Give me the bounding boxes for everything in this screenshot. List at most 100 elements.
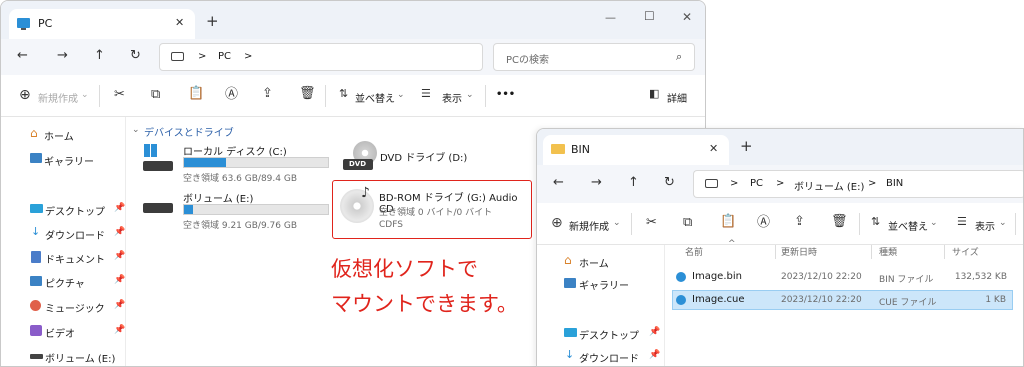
up-arrow-icon[interactable]: ↑	[628, 176, 639, 189]
search-box[interactable]: PCの検索 ⌕	[493, 43, 695, 71]
document-icon	[31, 251, 41, 263]
pin-icon[interactable]: 📌	[114, 227, 125, 237]
sort-icon: ⇅	[871, 215, 881, 228]
tab-pc[interactable]: PC ✕	[9, 9, 195, 39]
breadcrumb-volume[interactable]: ボリューム (E:)	[794, 178, 864, 193]
chevron-down-icon: ⌄	[930, 218, 938, 228]
copy-icon[interactable]: ⧉	[683, 216, 692, 229]
usage-bar-fill	[184, 158, 226, 167]
share-icon[interactable]: ⇪	[794, 215, 805, 228]
cut-icon[interactable]: ✂	[646, 216, 657, 229]
back-arrow-icon[interactable]: ←	[17, 49, 28, 62]
table-row[interactable]: Image.bin 2023/12/10 22:20 BIN ファイル 132,…	[672, 268, 1013, 287]
pin-icon[interactable]: 📌	[114, 325, 125, 335]
sidebar-item-documents[interactable]: ドキュメント	[45, 251, 105, 266]
column-header-type[interactable]: 種類	[879, 245, 897, 258]
refresh-icon[interactable]: ↻	[130, 49, 141, 62]
pin-icon[interactable]: 📌	[114, 275, 125, 285]
divider	[775, 245, 776, 259]
new-tab-button[interactable]: +	[740, 139, 753, 154]
rename-icon[interactable]: Ⓐ	[225, 88, 238, 101]
pin-icon[interactable]: 📌	[114, 300, 125, 310]
paste-icon[interactable]: 📋	[188, 87, 204, 100]
share-icon[interactable]: ⇪	[262, 87, 273, 100]
sidebar-item-pictures[interactable]: ピクチャ	[45, 275, 85, 290]
breadcrumb-bin[interactable]: BIN	[886, 178, 903, 189]
sidebar-item-videos[interactable]: ビデオ	[45, 325, 75, 340]
music-note-icon: ♪	[361, 185, 370, 201]
file-date: 2023/12/10 22:20	[781, 272, 862, 282]
drive-item-d[interactable]: DVD DVD ドライブ (D:)	[339, 141, 529, 181]
details-button[interactable]: 詳細	[667, 90, 687, 105]
breadcrumb-pc[interactable]: PC	[750, 178, 763, 189]
sort-button[interactable]: 並べ替え	[888, 218, 928, 233]
chevron-down-icon[interactable]: ⌄	[132, 125, 140, 135]
search-placeholder: PCの検索	[506, 55, 550, 66]
column-header-size[interactable]: サイズ	[952, 245, 979, 258]
folder-icon	[551, 144, 565, 154]
drive-item-g[interactable]: ♪ BD-ROM ドライブ (G:) Audio CD 空き領域 0 バイト/0…	[332, 180, 532, 239]
sidebar-item-gallery[interactable]: ギャラリー	[579, 277, 629, 292]
column-header-date[interactable]: 更新日時	[781, 245, 817, 258]
drive-space: 空き領域 63.6 GB/89.4 GB	[183, 174, 297, 184]
up-arrow-icon[interactable]: ↑	[94, 49, 105, 62]
sidebar-item-volume[interactable]: ボリューム (E:)	[45, 350, 115, 365]
rename-icon[interactable]: Ⓐ	[757, 216, 770, 229]
drive-item-c[interactable]: ローカル ディスク (C:) 空き領域 63.6 GB/89.4 GB	[139, 141, 334, 184]
new-tab-button[interactable]: +	[206, 14, 219, 29]
address-bar[interactable]: > PC >	[159, 43, 483, 71]
new-plus-icon: ⊕	[19, 87, 31, 103]
copy-icon[interactable]: ⧉	[151, 88, 160, 101]
delete-icon[interactable]: 🗑	[831, 215, 848, 228]
pin-icon[interactable]: 📌	[649, 350, 660, 360]
drive-item-e[interactable]: ボリューム (E:) 空き領域 9.21 GB/9.76 GB	[139, 187, 334, 231]
breadcrumb-separator: >	[868, 178, 877, 189]
sidebar-item-gallery[interactable]: ギャラリー	[44, 153, 94, 168]
tab-close-icon[interactable]: ✕	[709, 143, 718, 154]
column-header-name[interactable]: 名前	[685, 245, 703, 258]
table-row[interactable]: Image.cue 2023/12/10 22:20 CUE ファイル 1 KB	[672, 290, 1013, 310]
more-options-button[interactable]: •••	[496, 89, 515, 100]
refresh-icon[interactable]: ↻	[664, 176, 675, 189]
new-button[interactable]: 新規作成	[569, 218, 609, 233]
forward-arrow-icon[interactable]: →	[591, 176, 602, 189]
sidebar-item-desktop[interactable]: デスクトップ	[45, 203, 105, 218]
sidebar-item-home[interactable]: ホーム	[579, 255, 609, 270]
file-type: BIN ファイル	[879, 275, 934, 285]
home-icon: ⌂	[564, 253, 572, 267]
sidebar-item-downloads[interactable]: ダウンロード	[579, 350, 639, 365]
pin-icon[interactable]: 📌	[114, 203, 125, 213]
paste-icon[interactable]: 📋	[720, 215, 736, 228]
close-button[interactable]: ✕	[682, 11, 692, 23]
address-bar[interactable]: > PC > ボリューム (E:) > BIN	[693, 170, 1023, 198]
tab-bin[interactable]: BIN ✕	[543, 135, 729, 165]
title-bar: PC ✕ + — ☐ ✕	[1, 1, 705, 39]
minimize-button[interactable]: —	[605, 12, 616, 23]
usage-bar	[183, 204, 329, 215]
new-plus-icon: ⊕	[551, 215, 563, 231]
chevron-down-icon: ⌄	[466, 90, 474, 100]
back-arrow-icon[interactable]: ←	[553, 176, 564, 189]
sidebar-item-music[interactable]: ミュージック	[45, 300, 105, 315]
new-button[interactable]: 新規作成	[38, 90, 78, 105]
sort-icon: ⇅	[339, 87, 349, 100]
section-title[interactable]: デバイスとドライブ	[144, 124, 234, 139]
cut-icon[interactable]: ✂	[114, 88, 125, 101]
sidebar-item-downloads[interactable]: ダウンロード	[45, 227, 105, 242]
sidebar-item-desktop[interactable]: デスクトップ	[579, 327, 639, 342]
divider	[944, 245, 945, 259]
forward-arrow-icon[interactable]: →	[57, 49, 68, 62]
breadcrumb-separator: >	[730, 178, 739, 189]
view-button[interactable]: 表示	[442, 90, 462, 105]
view-button[interactable]: 表示	[975, 218, 995, 233]
sort-button[interactable]: 並べ替え	[355, 90, 395, 105]
sidebar-item-home[interactable]: ホーム	[44, 128, 74, 143]
tab-close-icon[interactable]: ✕	[175, 17, 184, 28]
pin-icon[interactable]: 📌	[114, 251, 125, 261]
maximize-button[interactable]: ☐	[644, 10, 655, 22]
pin-icon[interactable]: 📌	[649, 327, 660, 337]
delete-icon[interactable]: 🗑	[299, 87, 316, 100]
breadcrumb-pc[interactable]: PC	[218, 51, 231, 62]
drive-icon	[143, 203, 173, 213]
explorer-window-bin: BIN ✕ + ← → ↑ ↻ > PC > ボリューム (E:) > BIN …	[536, 128, 1024, 367]
